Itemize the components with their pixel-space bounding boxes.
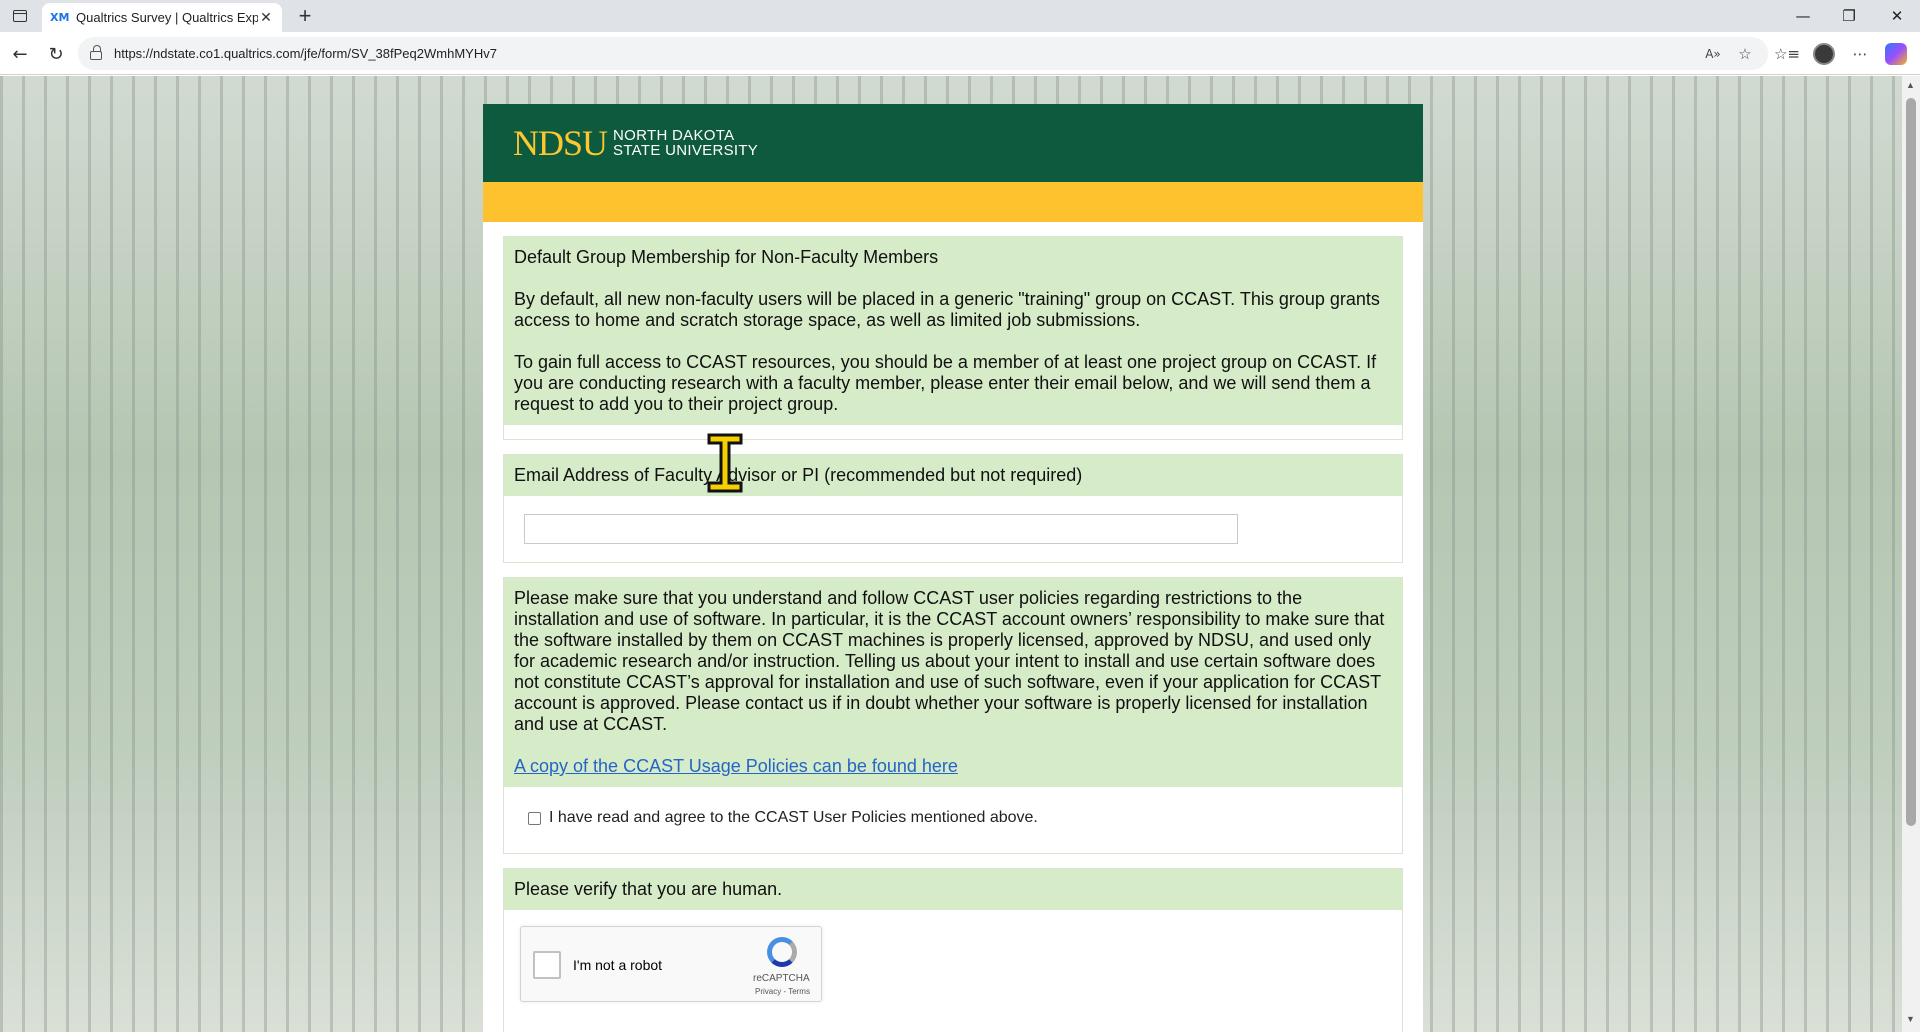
question-spacer [504, 425, 1402, 439]
agree-policies-option[interactable]: I have read and agree to the CCAST User … [524, 803, 1382, 833]
url-field[interactable]: https://ndstate.co1.qualtrics.com/jfe/fo… [78, 37, 1768, 70]
ndsu-logo: NDSU [513, 123, 608, 163]
agree-policies-checkbox[interactable] [528, 811, 541, 825]
gold-stripe [483, 182, 1423, 222]
minimize-icon[interactable]: — [1780, 0, 1826, 32]
more-options-icon[interactable]: ⋯ [1846, 40, 1874, 68]
agree-policies-label: I have read and agree to the CCAST User … [549, 809, 1038, 826]
favorites-icon[interactable]: ☆≡ [1773, 40, 1801, 68]
question-software-policy: Please make sure that you understand and… [503, 577, 1403, 854]
recaptcha-widget: I'm not a robot reCAPTCHA Privacy - Term… [520, 926, 822, 1002]
copilot-icon[interactable] [1882, 40, 1910, 68]
refresh-icon[interactable]: ↻ [42, 40, 70, 68]
favorite-star-icon[interactable]: ☆ [1731, 40, 1759, 68]
question-body: I'm not a robot reCAPTCHA Privacy - Term… [504, 910, 1402, 1032]
question-body: I have read and agree to the CCAST User … [504, 787, 1402, 853]
question-paragraph: By default, all new non-faculty users wi… [514, 289, 1380, 330]
recaptcha-checkbox[interactable] [533, 951, 561, 979]
question-faculty-email: Email Address of Faculty Advisor or PI (… [503, 454, 1403, 563]
survey-container: NDSU NORTH DAKOTA STATE UNIVERSITY Defau… [483, 104, 1423, 1032]
faculty-email-input[interactable] [524, 514, 1238, 544]
read-aloud-icon[interactable]: A» [1699, 40, 1727, 68]
recaptcha-terms-link[interactable]: Privacy - Terms [755, 987, 810, 996]
question-header: Please make sure that you understand and… [504, 578, 1402, 787]
header-banner: NDSU NORTH DAKOTA STATE UNIVERSITY [483, 104, 1423, 182]
restore-icon[interactable]: ❐ [1826, 0, 1872, 32]
question-paragraph: To gain full access to CCAST resources, … [514, 352, 1377, 414]
qualtrics-favicon-icon: XM [50, 11, 70, 24]
policy-text: Please make sure that you understand and… [514, 588, 1385, 734]
question-title: Please verify that you are human. [504, 869, 1402, 910]
usage-policies-link[interactable]: A copy of the CCAST Usage Policies can b… [514, 756, 958, 776]
page-scrollbar[interactable]: ▲ ▼ [1902, 76, 1920, 1032]
question-body [504, 496, 1402, 562]
close-window-icon[interactable]: ✕ [1874, 0, 1920, 32]
recaptcha-label: I'm not a robot [573, 957, 663, 973]
url-text: https://ndstate.co1.qualtrics.com/jfe/fo… [114, 46, 497, 61]
back-icon[interactable]: ← [6, 40, 34, 68]
tab-bar: XM Qualtrics Survey | Qualtrics Experi ✕… [0, 0, 1920, 32]
scroll-down-icon[interactable]: ▼ [1906, 1014, 1915, 1024]
question-title: Email Address of Faculty Advisor or PI (… [504, 455, 1402, 496]
scrollbar-thumb[interactable] [1906, 98, 1916, 826]
logo-line2: STATE UNIVERSITY [613, 142, 759, 159]
tab-actions-icon[interactable] [0, 0, 40, 32]
page-viewport: NDSU NORTH DAKOTA STATE UNIVERSITY Defau… [0, 76, 1902, 1032]
tab-title: Qualtrics Survey | Qualtrics Experi [76, 10, 258, 25]
question-group-membership: Default Group Membership for Non-Faculty… [503, 236, 1403, 440]
recaptcha-logo-icon [767, 937, 797, 967]
address-bar: ← ↻ https://ndstate.co1.qualtrics.com/jf… [0, 32, 1920, 75]
question-title: Default Group Membership for Non-Faculty… [514, 247, 939, 267]
question-captcha: Please verify that you are human. I'm no… [503, 868, 1403, 1032]
active-tab[interactable]: XM Qualtrics Survey | Qualtrics Experi ✕ [42, 3, 282, 32]
scroll-up-icon[interactable]: ▲ [1906, 80, 1915, 90]
text-cursor-icon [707, 433, 743, 493]
close-tab-icon[interactable]: ✕ [258, 9, 274, 26]
profile-avatar[interactable] [1810, 40, 1838, 68]
lock-icon[interactable] [90, 45, 102, 60]
new-tab-button[interactable]: + [292, 4, 318, 28]
ndsu-logo-subtitle: NORTH DAKOTA STATE UNIVERSITY [613, 128, 758, 158]
question-header: Default Group Membership for Non-Faculty… [504, 237, 1402, 425]
recaptcha-name: reCAPTCHA [753, 973, 810, 984]
